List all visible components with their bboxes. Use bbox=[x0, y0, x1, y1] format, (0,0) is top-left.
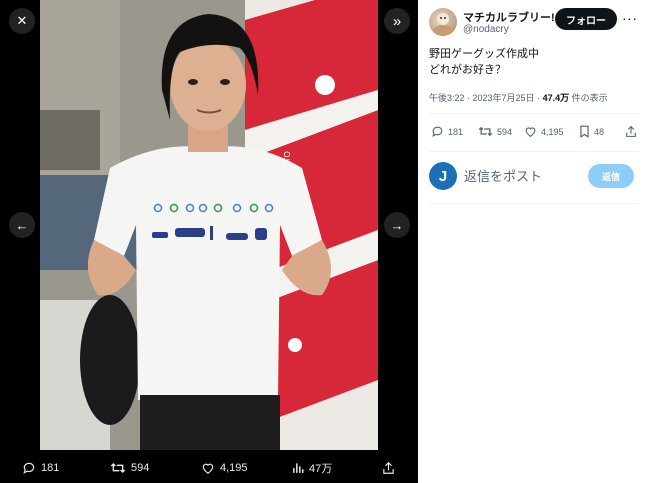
tweet-views-label: 件の表示 bbox=[569, 93, 608, 103]
reply-count: 181 bbox=[448, 126, 464, 137]
like-count: 4,195 bbox=[220, 461, 248, 474]
close-button[interactable]: ✕ bbox=[9, 8, 35, 34]
tweet-text: 野田ゲーグッズ作成中 どれがお好き？ bbox=[429, 46, 539, 78]
previous-media-button[interactable]: ← bbox=[9, 212, 35, 238]
follow-button[interactable]: フォロー bbox=[555, 8, 617, 30]
display-name[interactable]: マチカルラブリー! bbox=[463, 9, 555, 25]
share-icon bbox=[626, 125, 636, 137]
tweet-timestamp[interactable]: 午後3:22 · 2023年7月25日 · bbox=[429, 93, 543, 103]
views-count: 47万 bbox=[309, 462, 333, 475]
share-stat[interactable] bbox=[625, 125, 637, 138]
tweet-panel: マチカルラブリー! @nodacry フォロー ··· 野田ゲーグッズ作成中 ど… bbox=[418, 0, 645, 483]
repost-count: 594 bbox=[497, 126, 513, 137]
next-media-button[interactable]: → bbox=[384, 212, 410, 238]
reply-stat[interactable]: 181 bbox=[431, 125, 463, 138]
divider bbox=[429, 113, 639, 114]
repost-icon bbox=[478, 126, 493, 137]
reply-icon bbox=[432, 126, 443, 137]
reply-input[interactable]: 返信をポスト bbox=[464, 166, 542, 185]
reply-count: 181 bbox=[41, 461, 60, 474]
media-action-bar: 181 594 4,195 47万 bbox=[0, 452, 418, 483]
tweet-text-line: どれがお好き？ bbox=[429, 64, 506, 76]
like-count: 4,195 bbox=[541, 126, 564, 137]
reply-button[interactable]: 返信 bbox=[588, 164, 634, 188]
tweet-photo[interactable]: YOSHIMOTO bbox=[40, 0, 378, 450]
bookmark-count: 48 bbox=[594, 126, 605, 137]
views-action[interactable]: 47万 bbox=[292, 460, 332, 476]
heart-icon bbox=[525, 127, 536, 138]
current-user-avatar: J bbox=[429, 162, 457, 190]
views-chart-icon bbox=[293, 463, 304, 473]
repost-action[interactable]: 594 bbox=[110, 461, 149, 475]
double-chevron-right-icon: » bbox=[392, 12, 402, 30]
bookmark-icon bbox=[580, 125, 589, 138]
arrow-right-icon: → bbox=[390, 217, 404, 233]
tweet-meta: 午後3:22 · 2023年7月25日 · 47.4万 件の表示 bbox=[429, 91, 608, 104]
close-icon: ✕ bbox=[16, 13, 28, 28]
collapse-panel-button[interactable]: » bbox=[384, 8, 410, 34]
repost-icon bbox=[110, 462, 126, 473]
share-action[interactable] bbox=[382, 461, 395, 475]
like-action[interactable]: 4,195 bbox=[201, 461, 248, 475]
arrow-left-icon: ← bbox=[15, 217, 29, 233]
tweet-stats-bar: 181 594 4,195 48 bbox=[429, 123, 639, 143]
heart-icon bbox=[202, 463, 214, 474]
more-options-icon[interactable]: ··· bbox=[622, 10, 638, 26]
reply-icon bbox=[23, 462, 35, 474]
repost-stat[interactable]: 594 bbox=[478, 125, 512, 138]
share-icon bbox=[383, 461, 394, 474]
repost-count: 594 bbox=[131, 461, 150, 474]
avatar[interactable] bbox=[429, 8, 457, 36]
user-handle[interactable]: @nodacry bbox=[463, 24, 509, 35]
divider bbox=[429, 203, 639, 204]
screen: YOSHIMOTO bbox=[0, 0, 645, 483]
tweet-views-count: 47.4万 bbox=[542, 93, 570, 103]
like-stat[interactable]: 4,195 bbox=[524, 125, 564, 138]
reply-action[interactable]: 181 bbox=[22, 461, 59, 475]
bookmark-stat[interactable]: 48 bbox=[579, 125, 604, 138]
divider bbox=[429, 151, 639, 152]
tweet-text-line: 野田ゲーグッズ作成中 bbox=[429, 48, 539, 60]
media-viewer: YOSHIMOTO bbox=[0, 0, 418, 483]
